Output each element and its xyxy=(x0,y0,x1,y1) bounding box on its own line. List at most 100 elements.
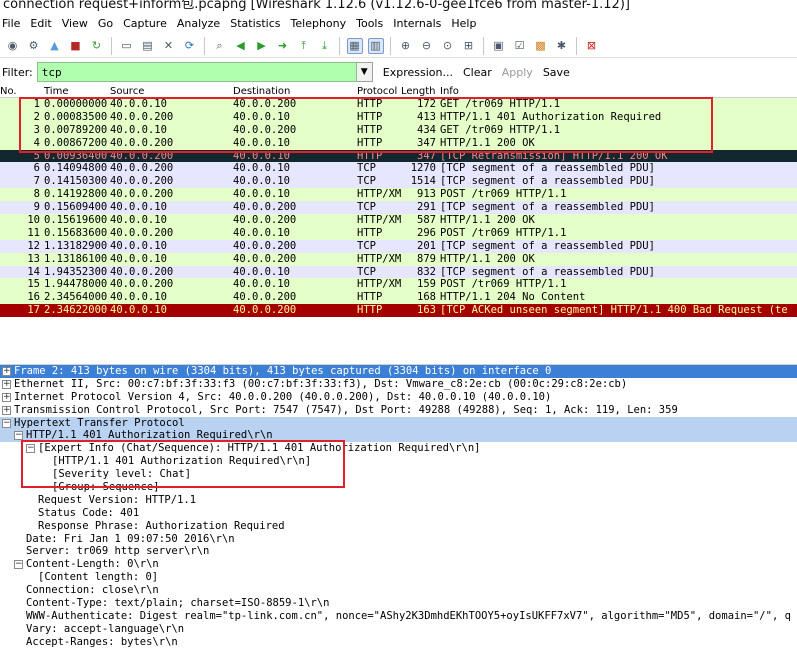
packet-row[interactable]: 1 0.00000000 40.0.0.10 40.0.0.200 HTTP 172 GET… xyxy=(0,98,797,111)
display-filter-input[interactable] xyxy=(36,62,357,82)
detail-tree-row[interactable]: Status Code: 401 xyxy=(0,507,797,520)
detail-tree-row[interactable]: [Group: Sequence] xyxy=(0,481,797,494)
go-to-packet-icon[interactable]: ➜ xyxy=(275,38,291,54)
chevron-down-icon[interactable]: ▼ xyxy=(356,62,373,82)
clear-button[interactable]: Clear xyxy=(463,66,492,79)
packet-row[interactable]: 8 0.14192800 40.0.0.200 40.0.0.10 HTTP/XM 913… xyxy=(0,188,797,202)
collapse-icon[interactable]: − xyxy=(26,444,35,454)
detail-tree-row[interactable]: Content-Type: text/plain; charset=ISO-88… xyxy=(0,597,797,610)
auto-scroll-icon[interactable]: ▥ xyxy=(367,37,384,54)
expand-icon[interactable]: + xyxy=(2,392,11,402)
detail-tree-row[interactable]: − Content-Length: 0\r\n xyxy=(0,558,797,571)
go-last-icon[interactable]: ⤓ xyxy=(317,38,333,54)
menu-help[interactable]: Help xyxy=(451,17,476,30)
packet-row[interactable]: 6 0.14094800 40.0.0.200 40.0.0.10 TCP 1270 [TC… xyxy=(0,162,797,176)
detail-tree-row[interactable]: − [Expert Info (Chat/Sequence): HTTP/1.1 … xyxy=(0,442,797,455)
packet-row[interactable]: 11 0.15683600 40.0.0.200 40.0.0.10 HTTP 296 PO… xyxy=(0,226,797,240)
help-icon[interactable]: ⊠ xyxy=(584,38,600,54)
display-filters-icon[interactable]: ☑ xyxy=(512,38,528,54)
stop-capture-icon[interactable]: ■ xyxy=(68,38,84,54)
packet-row[interactable]: 16 2.34564000 40.0.0.10 40.0.0.200 HTTP 168 HT… xyxy=(0,291,797,305)
colorize-icon[interactable]: ▦ xyxy=(346,37,363,54)
collapse-icon[interactable]: − xyxy=(14,560,23,570)
detail-tree-row[interactable]: + Internet Protocol Version 4, Src: 40.0.… xyxy=(0,391,797,404)
find-packet-icon[interactable]: ⌕ xyxy=(212,38,228,54)
packet-cell-time: 0.14150300 xyxy=(44,175,108,188)
save-filter-button[interactable]: Save xyxy=(543,66,570,79)
interface-list-icon[interactable]: ◉ xyxy=(5,38,21,54)
detail-tree-row[interactable]: [Content length: 0] xyxy=(0,571,797,584)
packet-row[interactable]: 9 0.15609400 40.0.0.10 40.0.0.200 TCP 291 [TCP… xyxy=(0,201,797,215)
open-file-icon[interactable]: ▭ xyxy=(119,38,135,54)
packet-row[interactable]: 4 0.00867200 40.0.0.200 40.0.0.10 HTTP 347 HTT… xyxy=(0,136,797,150)
detail-tree-row[interactable]: Response Phrase: Authorization Required xyxy=(0,520,797,533)
go-back-icon[interactable]: ◀ xyxy=(233,38,249,54)
column-header-no[interactable]: No. xyxy=(0,86,17,98)
packet-row[interactable]: 2 0.00083500 40.0.0.200 40.0.0.10 HTTP 413 HTT… xyxy=(0,110,797,124)
detail-tree-row[interactable]: + Frame 2: 413 bytes on wire (3304 bits),… xyxy=(0,365,797,378)
menu-internals[interactable]: Internals xyxy=(393,17,441,30)
column-header-info[interactable]: Info xyxy=(440,86,459,98)
detail-tree-row[interactable]: Connection: close\r\n xyxy=(0,584,797,597)
menu-file[interactable]: File xyxy=(2,17,20,30)
restart-capture-icon[interactable]: ↻ xyxy=(89,38,105,54)
menu-analyze[interactable]: Analyze xyxy=(177,17,220,30)
menu-statistics[interactable]: Statistics xyxy=(230,17,280,30)
packet-cell-time: 0.14094800 xyxy=(44,162,108,175)
packet-row[interactable]: 13 1.13186100 40.0.0.10 40.0.0.200 HTTP/XM 87… xyxy=(0,252,797,266)
detail-tree-row[interactable]: + Transmission Control Protocol, Src Port… xyxy=(0,404,797,417)
detail-tree-row[interactable]: Date: Fri Jan 1 09:07:50 2016\r\n xyxy=(0,533,797,546)
packet-row[interactable]: 3 0.00789200 40.0.0.10 40.0.0.200 HTTP 434 GET… xyxy=(0,123,797,137)
menu-go[interactable]: Go xyxy=(98,17,113,30)
menu-telephony[interactable]: Telephony xyxy=(291,17,347,30)
packet-row[interactable]: 12 1.13182900 40.0.0.10 40.0.0.200 TCP 201 [TC… xyxy=(0,239,797,253)
menu-view[interactable]: View xyxy=(62,17,88,30)
expression-button[interactable]: Expression... xyxy=(383,66,453,79)
packet-row[interactable]: 5 0.00936400 40.0.0.200 40.0.0.10 HTTP 347 [TC… xyxy=(0,149,797,163)
capture-filters-icon[interactable]: ▣ xyxy=(491,38,507,54)
menu-edit[interactable]: Edit xyxy=(30,17,51,30)
collapse-icon[interactable]: − xyxy=(14,431,23,441)
collapse-icon[interactable]: − xyxy=(2,418,11,428)
expand-icon[interactable]: + xyxy=(2,405,11,415)
expand-icon[interactable]: + xyxy=(2,367,11,376)
menu-tools[interactable]: Tools xyxy=(356,17,383,30)
detail-tree-row[interactable]: [HTTP/1.1 401 Authorization Required\r\n… xyxy=(0,455,797,468)
go-first-icon[interactable]: ⤒ xyxy=(296,38,312,54)
detail-tree-row[interactable]: Server: tr069 http server\r\n xyxy=(0,545,797,558)
detail-tree-row[interactable]: WWW-Authenticate: Digest realm="tp-link.… xyxy=(0,610,797,623)
detail-tree-row[interactable]: Request Version: HTTP/1.1 xyxy=(0,494,797,507)
menu-capture[interactable]: Capture xyxy=(123,17,167,30)
packet-row[interactable]: 15 1.94478000 40.0.0.200 40.0.0.10 HTTP/XM 15… xyxy=(0,278,797,292)
go-forward-icon[interactable]: ▶ xyxy=(254,38,270,54)
coloring-rules-icon[interactable]: ▩ xyxy=(533,38,549,54)
reload-icon[interactable]: ⟳ xyxy=(182,38,198,54)
close-file-icon[interactable]: ✕ xyxy=(161,38,177,54)
zoom-in-icon[interactable]: ⊕ xyxy=(398,38,414,54)
capture-options-icon[interactable]: ⚙ xyxy=(26,38,42,54)
column-header-source[interactable]: Source xyxy=(110,86,144,98)
column-header-time[interactable]: Time xyxy=(44,86,68,98)
column-header-protocol[interactable]: Protocol xyxy=(357,86,397,98)
detail-tree-row[interactable]: Vary: accept-language\r\n xyxy=(0,623,797,636)
zoom-out-icon[interactable]: ⊖ xyxy=(419,38,435,54)
start-capture-icon[interactable]: ▲ xyxy=(47,38,63,54)
column-header-destination[interactable]: Destination xyxy=(233,86,290,98)
normal-size-icon[interactable]: ⊙ xyxy=(440,38,456,54)
packet-row[interactable]: 17 2.34622000 40.0.0.10 40.0.0.200 HTTP 163 [T… xyxy=(0,304,797,318)
column-header-length[interactable]: Length xyxy=(401,86,436,98)
detail-tree-row[interactable]: [Severity level: Chat] xyxy=(0,468,797,481)
preferences-icon[interactable]: ✱ xyxy=(554,38,570,54)
expand-icon[interactable]: + xyxy=(2,379,11,389)
packet-row[interactable]: 10 0.15619600 40.0.0.10 40.0.0.200 HTTP/XM 58… xyxy=(0,214,797,227)
packet-cell-proto: TCP xyxy=(357,175,376,188)
resize-columns-icon[interactable]: ⊞ xyxy=(461,38,477,54)
apply-button[interactable]: Apply xyxy=(502,66,533,79)
save-file-icon[interactable]: ▤ xyxy=(140,38,156,54)
detail-tree-row[interactable]: Accept-Ranges: bytes\r\n xyxy=(0,636,797,649)
detail-tree-row[interactable]: − HTTP/1.1 401 Authorization Required\r\n xyxy=(0,429,797,443)
packet-row[interactable]: 14 1.94352300 40.0.0.200 40.0.0.10 TCP 832 [TC… xyxy=(0,265,797,279)
detail-tree-row[interactable]: + Ethernet II, Src: 00:c7:bf:3f:33:f3 (00… xyxy=(0,378,797,391)
packet-row[interactable]: 7 0.14150300 40.0.0.200 40.0.0.10 TCP 1514 [TC… xyxy=(0,175,797,189)
detail-tree-row[interactable]: − Hypertext Transfer Protocol xyxy=(0,416,797,430)
